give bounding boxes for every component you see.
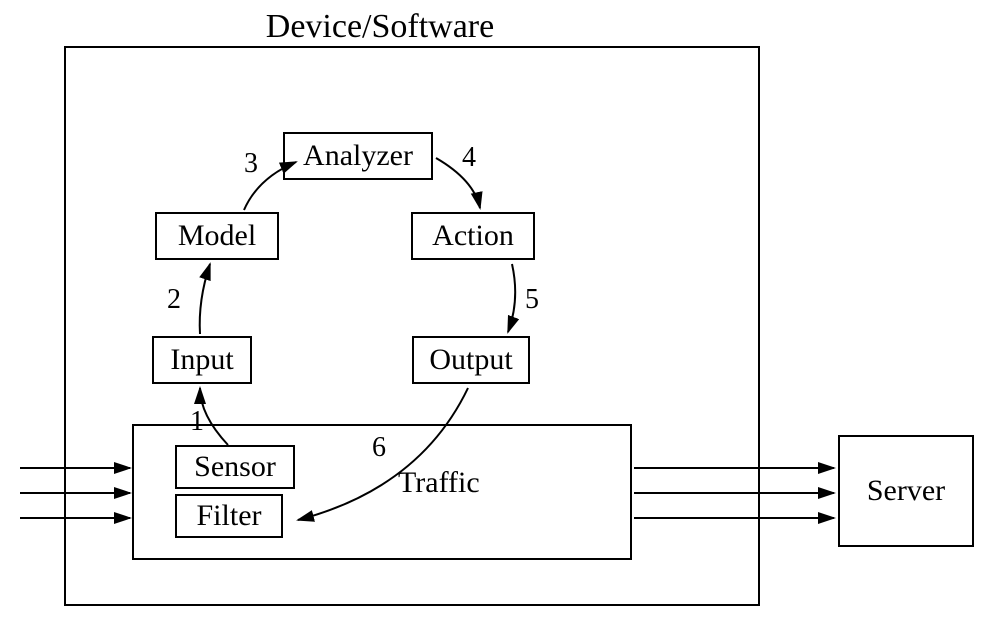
output-label: Output <box>429 343 512 377</box>
sensor-label: Sensor <box>194 450 276 484</box>
diagram-container: Device/Software Analyzer Model Action In… <box>0 0 1000 633</box>
server-label: Server <box>867 474 945 508</box>
analyzer-box: Analyzer <box>283 132 433 180</box>
arrow-label-6: 6 <box>372 432 386 464</box>
action-box: Action <box>411 212 535 260</box>
model-box: Model <box>155 212 279 260</box>
input-label: Input <box>170 343 233 377</box>
server-box: Server <box>838 435 974 547</box>
arrow-label-1: 1 <box>190 406 204 438</box>
arrow-label-5: 5 <box>525 284 539 316</box>
filter-box: Filter <box>175 494 283 538</box>
page-title: Device/Software <box>0 8 760 46</box>
arrow-label-2: 2 <box>167 284 181 316</box>
action-label: Action <box>432 219 514 253</box>
model-label: Model <box>178 219 256 253</box>
analyzer-label: Analyzer <box>303 139 413 173</box>
arrow-label-4: 4 <box>462 142 476 174</box>
traffic-label: Traffic <box>398 466 480 500</box>
arrow-label-3: 3 <box>244 148 258 180</box>
filter-label: Filter <box>197 499 262 533</box>
input-box: Input <box>152 336 252 384</box>
sensor-box: Sensor <box>175 445 295 489</box>
output-box: Output <box>412 336 530 384</box>
